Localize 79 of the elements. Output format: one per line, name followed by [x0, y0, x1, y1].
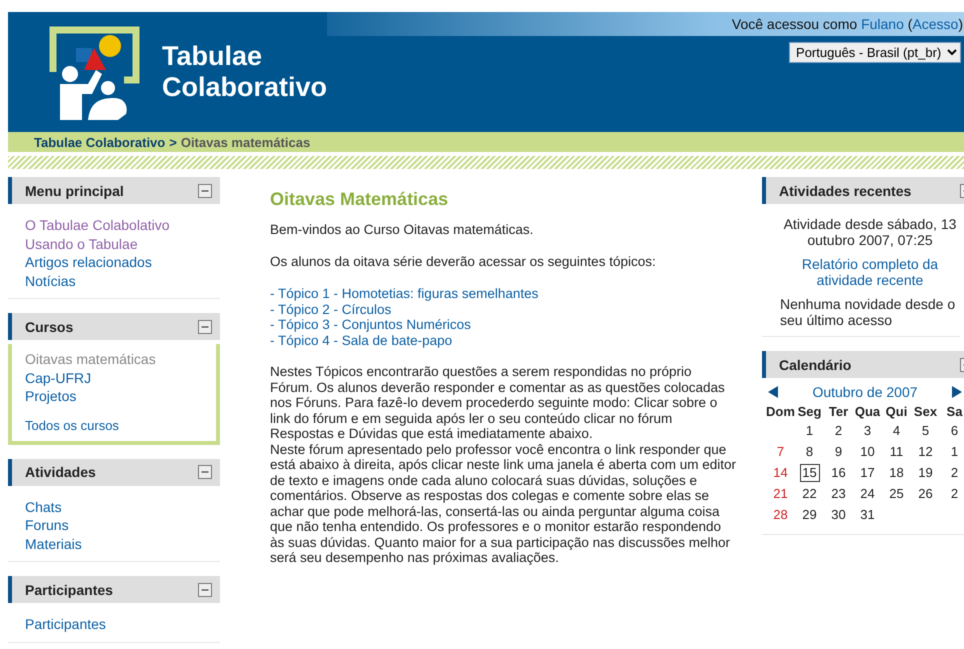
calendar-day[interactable]: 16	[828, 464, 848, 482]
calendar-day[interactable]: 4	[886, 422, 906, 440]
lead-text: Os alunos da oitava série deverão acessar os seguintes tópicos:	[270, 254, 657, 270]
breadcrumb-current: Oitavas matemáticas	[180, 134, 310, 150]
all-courses-link[interactable]: Todos os cursos	[25, 418, 119, 432]
weekday-label: Ter	[828, 404, 850, 419]
site-title: Tabulae Colaborativo	[162, 41, 328, 103]
language-select[interactable]: Português - Brasil (pt_br)	[789, 42, 962, 63]
block-title: Atividades	[24, 464, 96, 480]
block-title: Menu principal	[24, 182, 124, 198]
parenthesis: )	[958, 16, 964, 32]
weekday-label: Seg	[796, 404, 822, 419]
menu-link[interactable]: Oitavas matemáticas	[25, 350, 156, 368]
no-news-text: Nenhuma novidade desde o seu último acesso	[780, 296, 956, 328]
calendar-day[interactable]: 3	[858, 422, 878, 440]
block-title: Atividades recentes	[778, 182, 912, 198]
instructions-paragraph: Nestes Tópicos encontrarão questões a serem respondidas no próprio Fórum. Os alunos deverão responder e comentar as as questões colocadas nos Fóruns. Para fazê-lo devem procederdo seguinte modo: Clicar sobre o link do fórum e em seguida após ler o seu conteúdo clicar no fórum Respostas e Dúvidas que está imediatamente abaixo.	[270, 364, 726, 442]
topic-link[interactable]: - Tópico 4 - Sala de bate-papo	[270, 332, 452, 348]
instructions-paragraph: Neste fórum apresentado pelo professor você encontra o link responder que está abaixo à direita, após clicar neste link uma janela é aberta com um editor de texto e imagens onde cada aluno colocará suas dúvidas, soluções e comentários. Observe as respostas dos colegas e comente sobre elas se achar que pode melhorá-las, consertá-las ou ainda perguntar alguma coisa que não tenha entendido. Os professores e o monitor estarão respondendo às suas dúvidas. Quanto maior for a sua participação nas discussões melhor será seu desempenho nas próximas avaliações.	[270, 442, 736, 566]
calendar-day[interactable]: 2	[828, 422, 848, 440]
weekday-label: Dom	[766, 404, 795, 419]
calendar-day[interactable]: 6	[944, 422, 964, 440]
menu-link[interactable]: Materiais	[25, 534, 82, 553]
parenthesis: (	[908, 16, 912, 32]
breadcrumb-separator: >	[169, 134, 177, 150]
calendar-day[interactable]: 30	[828, 506, 848, 524]
topic-link[interactable]: - Tópico 2 - Círculos	[270, 302, 392, 317]
calendar-day[interactable]: 22	[800, 485, 820, 503]
weekday-label: Sex	[912, 404, 938, 419]
calendar-day[interactable]: 2	[944, 485, 964, 503]
menu-link[interactable]: Cap-UFRJ	[25, 368, 92, 387]
login-link[interactable]: Acesso	[912, 16, 958, 32]
block-title: Calendário	[778, 356, 852, 372]
calendar-day[interactable]: 18	[886, 464, 906, 482]
activity-since: Atividade desde sábado, 13 outubro 2007, 07:25	[782, 216, 958, 248]
calendar-day[interactable]: 28	[770, 506, 790, 524]
block-title: Participantes	[24, 582, 113, 598]
calendar-day[interactable]: 29	[800, 506, 820, 524]
calendar-day[interactable]: 26	[916, 485, 936, 503]
calendar-day[interactable]: 8	[800, 443, 820, 461]
login-info: Você acessou como Fulano (Acesso)	[732, 16, 964, 32]
weekday-label: Sa	[946, 404, 964, 419]
intro-text: Bem-vindos ao Curso Oitavas matemáticas.	[270, 222, 534, 238]
calendar-day[interactable]: 11	[886, 443, 906, 461]
user-link[interactable]: Fulano	[861, 16, 904, 32]
calendar-day[interactable]: 23	[828, 485, 848, 503]
menu-link[interactable]: Projetos	[25, 387, 76, 406]
menu-link[interactable]: Artigos relacionados	[25, 253, 152, 272]
topic-link[interactable]: - Tópico 1 - Homotetias: figuras semelhantes	[270, 286, 538, 302]
calendar-day[interactable]: 14	[770, 464, 790, 482]
topic-link[interactable]: - Tópico 3 - Conjuntos Numéricos	[270, 317, 471, 332]
weekday-label: Qui	[884, 404, 908, 419]
month-link[interactable]: Outubro de 2007	[812, 384, 918, 400]
calendar-day[interactable]: 12	[916, 443, 936, 461]
menu-link[interactable]: O Tabulae Colabolativo	[25, 216, 170, 234]
block-title: Cursos	[24, 318, 74, 334]
calendar-day[interactable]: 17	[858, 464, 878, 482]
calendar-day[interactable]: 19	[916, 464, 936, 482]
breadcrumb-link[interactable]: Tabulae Colaborativo	[34, 134, 166, 150]
calendar-day[interactable]: 25	[886, 485, 906, 503]
menu-link[interactable]: Participantes	[25, 615, 106, 634]
calendar-day[interactable]: 10	[858, 443, 878, 461]
calendar-day[interactable]: 1	[800, 422, 820, 440]
menu-link[interactable]: Notícias	[25, 272, 76, 290]
calendar-day[interactable]: 24	[858, 485, 878, 503]
report-link[interactable]: Relatório completo da atividade recente	[780, 256, 960, 288]
calendar-day[interactable]: 7	[770, 443, 790, 461]
course-title: Oitavas Matemáticas	[270, 189, 450, 210]
calendar-day[interactable]: 2	[944, 464, 964, 482]
weekday-label: Qua	[854, 404, 882, 419]
menu-link[interactable]: Foruns	[25, 516, 69, 534]
menu-link[interactable]: Chats	[25, 498, 62, 516]
calendar-day[interactable]: 1	[944, 443, 964, 461]
calendar-day[interactable]: 9	[828, 443, 848, 461]
calendar-day[interactable]: 21	[770, 485, 790, 503]
menu-link[interactable]: Usando o Tabulae	[25, 234, 138, 253]
calendar-day[interactable]: 5	[916, 422, 936, 440]
calendar-day[interactable]: 31	[858, 506, 878, 524]
calendar-day[interactable]: 15	[800, 464, 820, 482]
